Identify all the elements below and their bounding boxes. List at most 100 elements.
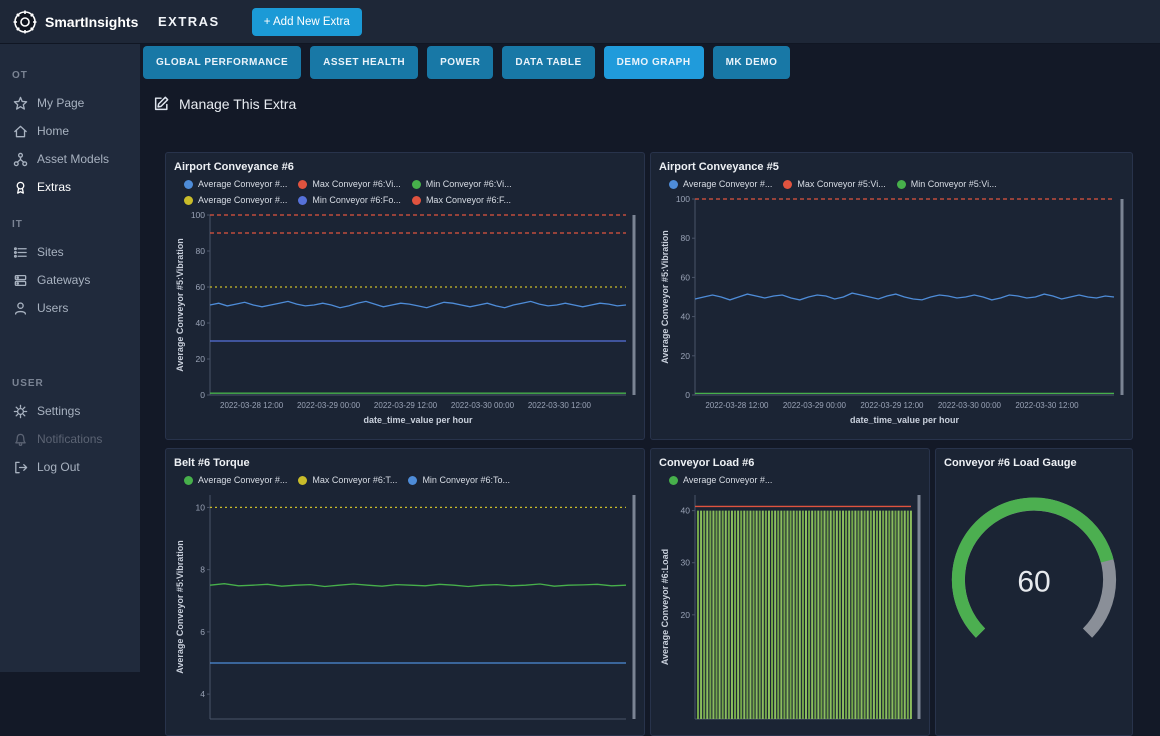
sidebar-item-label: Home — [37, 124, 70, 138]
manage-extra-label: Manage This Extra — [179, 95, 297, 112]
legend-item[interactable]: Min Conveyor #6:Vi... — [411, 179, 512, 189]
bell-icon — [12, 431, 28, 447]
legend-item[interactable]: Average Conveyor #... — [669, 179, 772, 189]
sidebar-item-label: Log Out — [37, 460, 80, 474]
extras-icon — [12, 179, 28, 195]
legend-item[interactable]: Average Conveyor #... — [184, 195, 287, 205]
chart-card-belt-6-torque: Belt #6 Torque Average Conveyor #... Max … — [165, 448, 645, 736]
svg-text:100: 100 — [191, 210, 205, 220]
legend-label: Average Conveyor #... — [198, 195, 288, 205]
gear-logo-icon — [12, 9, 38, 35]
svg-text:6: 6 — [200, 627, 205, 637]
app-name: SmartInsights — [45, 13, 139, 30]
svg-text:2022-03-29 00:00: 2022-03-29 00:00 — [297, 401, 361, 410]
legend-dot-icon — [411, 179, 421, 189]
svg-text:4: 4 — [200, 689, 205, 699]
legend-label: Min Conveyor #6:Vi... — [425, 179, 512, 189]
legend-item[interactable]: Min Conveyor #6:Fo... — [298, 195, 401, 205]
legend-item[interactable]: Average Conveyor #... — [669, 475, 772, 485]
chart-legend: Average Conveyor #... — [669, 475, 921, 485]
app-logo[interactable]: SmartInsights — [0, 9, 140, 35]
chart-card-airport-conveyance-5: Airport Conveyance #5 Average Conveyor #… — [650, 152, 1133, 440]
sidebar-item-log-out[interactable]: Log Out — [0, 453, 140, 481]
line-chart-svg[interactable]: 0 20 40 60 80 100 Average Conveyor #5:Vibratio… — [174, 207, 636, 431]
legend-item[interactable]: Max Conveyor #6:F... — [411, 195, 511, 205]
manage-extra-link[interactable]: Manage This Extra — [153, 95, 296, 112]
tab-asset-health[interactable]: ASSET HEALTH — [310, 46, 419, 79]
svg-text:20: 20 — [681, 351, 691, 361]
chart-card-airport-conveyance-6: Airport Conveyance #6 Average Conveyor #… — [165, 152, 645, 440]
sidebar-item-notifications[interactable]: Notifications — [0, 425, 140, 453]
chart-legend: Average Conveyor #... Max Conveyor #5:Vi.… — [669, 179, 1124, 189]
sidebar-item-settings[interactable]: Settings — [0, 397, 140, 425]
legend-dot-icon — [896, 179, 906, 189]
tab-power[interactable]: POWER — [427, 46, 494, 79]
svg-text:Average Conveyor #5:Vibration: Average Conveyor #5:Vibration — [175, 540, 185, 674]
chart-card-conveyor-load-6: Conveyor Load #6 Average Conveyor #... 2… — [650, 448, 930, 736]
star-icon — [12, 95, 28, 111]
sidebar-item-my-page[interactable]: My Page — [0, 89, 140, 117]
svg-text:10: 10 — [196, 502, 206, 512]
legend-label: Average Conveyor #... — [198, 179, 288, 189]
tab-global-performance[interactable]: GLOBAL PERFORMANCE — [143, 46, 302, 79]
page-title: EXTRAS — [158, 14, 220, 29]
legend-dot-icon — [783, 179, 793, 189]
legend-label: Min Conveyor #6:To... — [422, 475, 510, 485]
legend-item[interactable]: Min Conveyor #6:To... — [408, 475, 510, 485]
sidebar-item-asset-models[interactable]: Asset Models — [0, 145, 140, 173]
chart-legend: Average Conveyor #... Max Conveyor #6:Vi.… — [184, 179, 636, 205]
legend-item[interactable]: Max Conveyor #6:T... — [298, 475, 397, 485]
chart-title: Conveyor Load #6 — [659, 457, 755, 469]
sidebar-item-label: My Page — [37, 96, 85, 110]
svg-text:date_time_value per hour: date_time_value per hour — [850, 415, 960, 425]
svg-text:80: 80 — [196, 246, 206, 256]
legend-item[interactable]: Average Conveyor #... — [184, 179, 287, 189]
legend-label: Max Conveyor #5:Vi... — [797, 179, 886, 189]
legend-label: Min Conveyor #5:Vi... — [910, 179, 997, 189]
svg-text:2022-03-29 12:00: 2022-03-29 12:00 — [374, 401, 438, 410]
legend-item[interactable]: Max Conveyor #5:Vi... — [783, 179, 886, 189]
tab-data-table[interactable]: DATA TABLE — [502, 46, 595, 79]
server-icon — [12, 272, 28, 288]
line-chart-svg[interactable]: 0 20 40 60 80 100 Average Conveyor #5:Vibratio… — [659, 191, 1124, 431]
sidebar-item-sites[interactable]: Sites — [0, 238, 140, 266]
svg-text:40: 40 — [196, 318, 206, 328]
extras-tab-bar: GLOBAL PERFORMANCE ASSET HEALTH POWER DA… — [143, 46, 791, 79]
legend-dot-icon — [669, 475, 678, 485]
legend-item[interactable]: Average Conveyor #... — [184, 475, 287, 485]
sidebar-item-extras[interactable]: Extras — [0, 173, 140, 201]
sidebar-item-gateways[interactable]: Gateways — [0, 266, 140, 294]
sidebar-item-users[interactable]: Users — [0, 294, 140, 322]
gauge-chart-svg[interactable]: 60 — [944, 473, 1124, 727]
add-new-extra-button[interactable]: + Add New Extra — [251, 7, 362, 36]
sidebar-item-label: Sites — [37, 245, 64, 259]
tab-demo-graph[interactable]: DEMO GRAPH — [603, 46, 704, 79]
svg-text:20: 20 — [681, 610, 691, 620]
chart-title: Airport Conveyance #5 — [659, 161, 779, 173]
sidebar-item-label: Asset Models — [37, 152, 110, 166]
bar-chart-svg[interactable]: 20 30 40 Average Conveyor #6:Load — [659, 487, 921, 727]
legend-dot-icon — [408, 475, 418, 485]
legend-dot-icon — [298, 475, 308, 485]
svg-text:30: 30 — [681, 558, 691, 568]
sidebar-item-home[interactable]: Home — [0, 117, 140, 145]
svg-text:2022-03-28 12:00: 2022-03-28 12:00 — [220, 401, 284, 410]
legend-dot-icon — [411, 195, 421, 205]
svg-text:8: 8 — [200, 565, 205, 575]
home-icon — [12, 123, 28, 139]
legend-item[interactable]: Max Conveyor #6:Vi... — [298, 179, 401, 189]
edit-icon — [153, 95, 170, 112]
legend-label: Max Conveyor #6:F... — [425, 195, 511, 205]
svg-text:60: 60 — [1017, 566, 1050, 599]
tab-mk-demo[interactable]: MK DEMO — [712, 46, 791, 79]
sidebar-item-label: Extras — [37, 180, 72, 194]
svg-text:2022-03-29 12:00: 2022-03-29 12:00 — [860, 401, 924, 410]
legend-dot-icon — [184, 195, 193, 205]
legend-item[interactable]: Min Conveyor #5:Vi... — [896, 179, 997, 189]
line-chart-svg[interactable]: 4 6 8 10 Average Conveyor #5:Vibration — [174, 487, 636, 727]
sidebar-item-label: Notifications — [37, 432, 103, 446]
legend-label: Min Conveyor #6:Fo... — [312, 195, 401, 205]
gear-icon — [12, 403, 28, 419]
legend-label: Average Conveyor #... — [198, 475, 288, 485]
user-icon — [12, 300, 28, 316]
